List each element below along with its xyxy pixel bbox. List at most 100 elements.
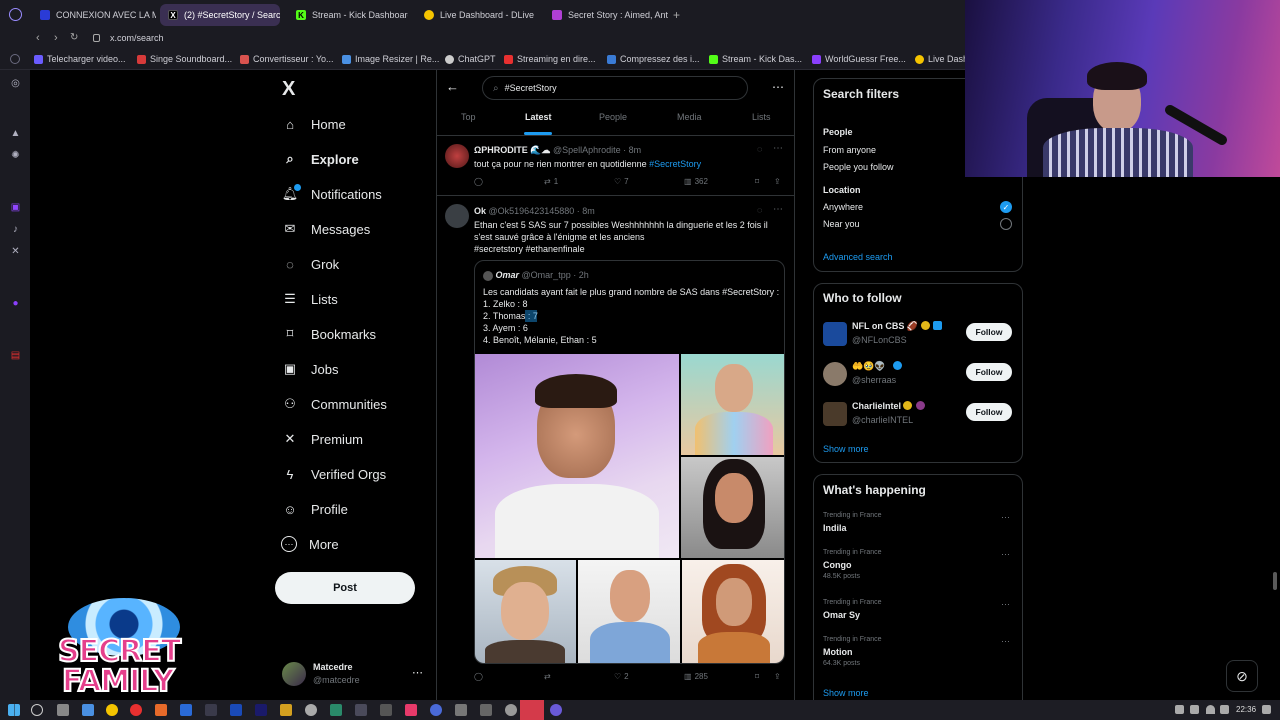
wifi-icon[interactable] xyxy=(1206,705,1215,714)
tab-kick-dashboard[interactable]: K Stream - Kick Dashboard xyxy=(288,4,408,26)
nav-explore[interactable]: ⌕ Explore xyxy=(281,147,358,171)
reload-icon[interactable]: ↻ xyxy=(70,32,78,43)
tweet-author[interactable]: Ok xyxy=(474,206,486,216)
openai-icon[interactable]: ✺ xyxy=(10,150,21,161)
filter-people-you-follow[interactable]: People you follow xyxy=(823,162,894,172)
nav-premium[interactable]: ✕ Premium xyxy=(281,427,363,451)
nav-jobs[interactable]: ▣ Jobs xyxy=(281,357,339,381)
tab-connexion[interactable]: CONNEXION AVEC LA M xyxy=(32,4,156,26)
nav-lists[interactable]: ☰ Lists xyxy=(281,287,338,311)
browser-menu-icon[interactable] xyxy=(9,8,22,21)
tab-media[interactable]: Media xyxy=(677,112,702,122)
search-icon[interactable] xyxy=(31,704,43,716)
x-logo[interactable]: X xyxy=(282,78,295,101)
bookmark-compressez[interactable]: Compressez des i... xyxy=(607,52,700,66)
tab-top[interactable]: Top xyxy=(461,112,476,122)
nav-communities[interactable]: ⚇ Communities xyxy=(281,392,387,416)
tab-secret-story-article[interactable]: Secret Story : Aimed, Ant xyxy=(544,4,668,26)
bookmark-kick[interactable]: Stream - Kick Das... xyxy=(709,52,802,66)
more-dots-icon[interactable]: ⋯ xyxy=(1001,512,1010,523)
tiktok-icon[interactable]: ♪ xyxy=(10,224,21,235)
back-arrow-icon[interactable]: ← xyxy=(446,79,459,94)
media-photo-3[interactable] xyxy=(681,457,784,558)
quote-media-grid[interactable] xyxy=(475,354,784,663)
bookmark-telecharger[interactable]: Telecharger video... xyxy=(34,52,126,66)
like-button[interactable]: ♡ 2 xyxy=(614,672,629,681)
more-dots-icon[interactable]: ⋯ xyxy=(1001,636,1010,647)
new-tab-button[interactable]: + xyxy=(673,8,680,22)
taskbar-app-icon[interactable] xyxy=(455,704,467,716)
media-photo-2[interactable] xyxy=(681,354,784,455)
grok-icon[interactable]: ◌ xyxy=(757,144,762,154)
x-icon[interactable]: ✕ xyxy=(10,246,21,257)
radio-unchecked-icon[interactable] xyxy=(1000,218,1012,230)
bookmark-convertisseur[interactable]: Convertisseur : Yo... xyxy=(240,52,334,66)
filter-near-you[interactable]: Near you xyxy=(823,219,860,229)
tweet-2[interactable]: Ok @Ok5196423145880 · 8m ◌ ⋯ Ethan c'est… xyxy=(437,196,794,696)
share-button[interactable]: ⇪ xyxy=(774,177,781,186)
views-button[interactable]: ▥ 285 xyxy=(684,672,708,681)
taskbar-app-icon[interactable] xyxy=(155,704,167,716)
taskbar-app-icon[interactable] xyxy=(305,704,317,716)
nav-messages[interactable]: ✉ Messages xyxy=(281,217,371,241)
notification-center-icon[interactable] xyxy=(1262,705,1271,714)
nav-verified-orgs[interactable]: ϟ Verified Orgs xyxy=(281,462,387,486)
account-switcher[interactable]: Matcedre @matcedre ⋯ xyxy=(282,660,427,688)
media-photo-6[interactable] xyxy=(682,560,784,663)
taskbar-app-icon[interactable] xyxy=(280,704,292,716)
tab-latest[interactable]: Latest xyxy=(525,112,552,122)
volume-icon[interactable] xyxy=(1220,705,1229,714)
nav-home[interactable]: ⌂ Home xyxy=(281,112,346,136)
taskbar-active-app[interactable] xyxy=(520,700,544,720)
more-dots-icon[interactable]: ⋯ xyxy=(1001,599,1010,610)
advanced-search-link[interactable]: Advanced search xyxy=(823,252,893,262)
hashtag-link[interactable]: #SecretStory xyxy=(649,159,701,169)
taskbar-app-icon[interactable] xyxy=(505,704,517,716)
taskbar-app-icon[interactable] xyxy=(405,704,417,716)
tray-app-icon[interactable] xyxy=(1190,705,1199,714)
reply-button[interactable]: ◯ xyxy=(474,672,486,681)
nav-grok[interactable]: ◌ Grok xyxy=(281,252,339,276)
radio-checked-icon[interactable]: ✓ xyxy=(1000,201,1012,213)
quoted-tweet[interactable]: Omar @Omar_tpp · 2h Les candidats ayant … xyxy=(474,260,785,664)
trend-item[interactable]: Trending in France Congo 48.5K posts ⋯ xyxy=(823,547,1015,583)
hashtag-links[interactable]: #secretstory #ethanenfinale xyxy=(474,243,786,255)
taskbar-app-icon[interactable] xyxy=(380,704,392,716)
media-photo-5[interactable] xyxy=(578,560,680,663)
taskbar-app-icon[interactable] xyxy=(205,704,217,716)
bookmark-soundboard[interactable]: Singe Soundboard... xyxy=(137,52,232,66)
views-button[interactable]: ▥ 362 xyxy=(684,177,708,186)
more-dots-icon[interactable]: ⋯ xyxy=(773,143,783,154)
taskbar-app-icon[interactable] xyxy=(230,704,242,716)
follow-button[interactable]: Follow xyxy=(966,403,1012,421)
taskbar-app-icon[interactable] xyxy=(180,704,192,716)
bookmark-button[interactable]: ⌑ xyxy=(755,672,759,681)
tab-people[interactable]: People xyxy=(599,112,627,122)
taskbar-app-icon[interactable] xyxy=(550,704,562,716)
follow-button[interactable]: Follow xyxy=(966,363,1012,381)
media-photo-main[interactable] xyxy=(475,354,679,558)
taskbar-app-icon[interactable] xyxy=(330,704,342,716)
bookmark-live-dash[interactable]: Live Dash xyxy=(915,52,968,66)
tab-lists[interactable]: Lists xyxy=(752,112,771,122)
post-button[interactable]: Post xyxy=(275,572,415,604)
sidebar-app-icon[interactable]: ▲ xyxy=(10,128,21,139)
taskbar-app-icon[interactable] xyxy=(130,704,142,716)
nav-bookmarks[interactable]: ⌑ Bookmarks xyxy=(281,322,376,346)
taskbar-app-icon[interactable] xyxy=(480,704,492,716)
tab-dlive-dashboard[interactable]: Live Dashboard - DLive xyxy=(416,4,540,26)
more-dots-icon[interactable]: ⋯ xyxy=(1001,549,1010,560)
nav-more[interactable]: ⋯ More xyxy=(281,532,339,556)
trend-item[interactable]: Trending in France Omar Sy ⋯ xyxy=(823,597,1015,627)
tray-app-icon[interactable] xyxy=(1175,705,1184,714)
tweet-author[interactable]: ΩPHRODITE 🌊☁ xyxy=(474,145,550,155)
retweet-button[interactable]: ⇄ 1 xyxy=(544,177,558,186)
trend-item[interactable]: Trending in France Indila ⋯ xyxy=(823,510,1015,540)
taskbar-app-icon[interactable] xyxy=(57,704,69,716)
notification-icon[interactable]: ▤ xyxy=(10,350,21,361)
filter-from-anyone[interactable]: From anyone xyxy=(823,145,876,155)
bookmark-image-resizer[interactable]: Image Resizer | Re... xyxy=(342,52,439,66)
nav-notifications[interactable]: 🔔︎ Notifications xyxy=(281,182,382,206)
bookmark-streaming[interactable]: Streaming en dire... xyxy=(504,52,596,66)
page-scrollbar[interactable] xyxy=(1273,572,1277,590)
